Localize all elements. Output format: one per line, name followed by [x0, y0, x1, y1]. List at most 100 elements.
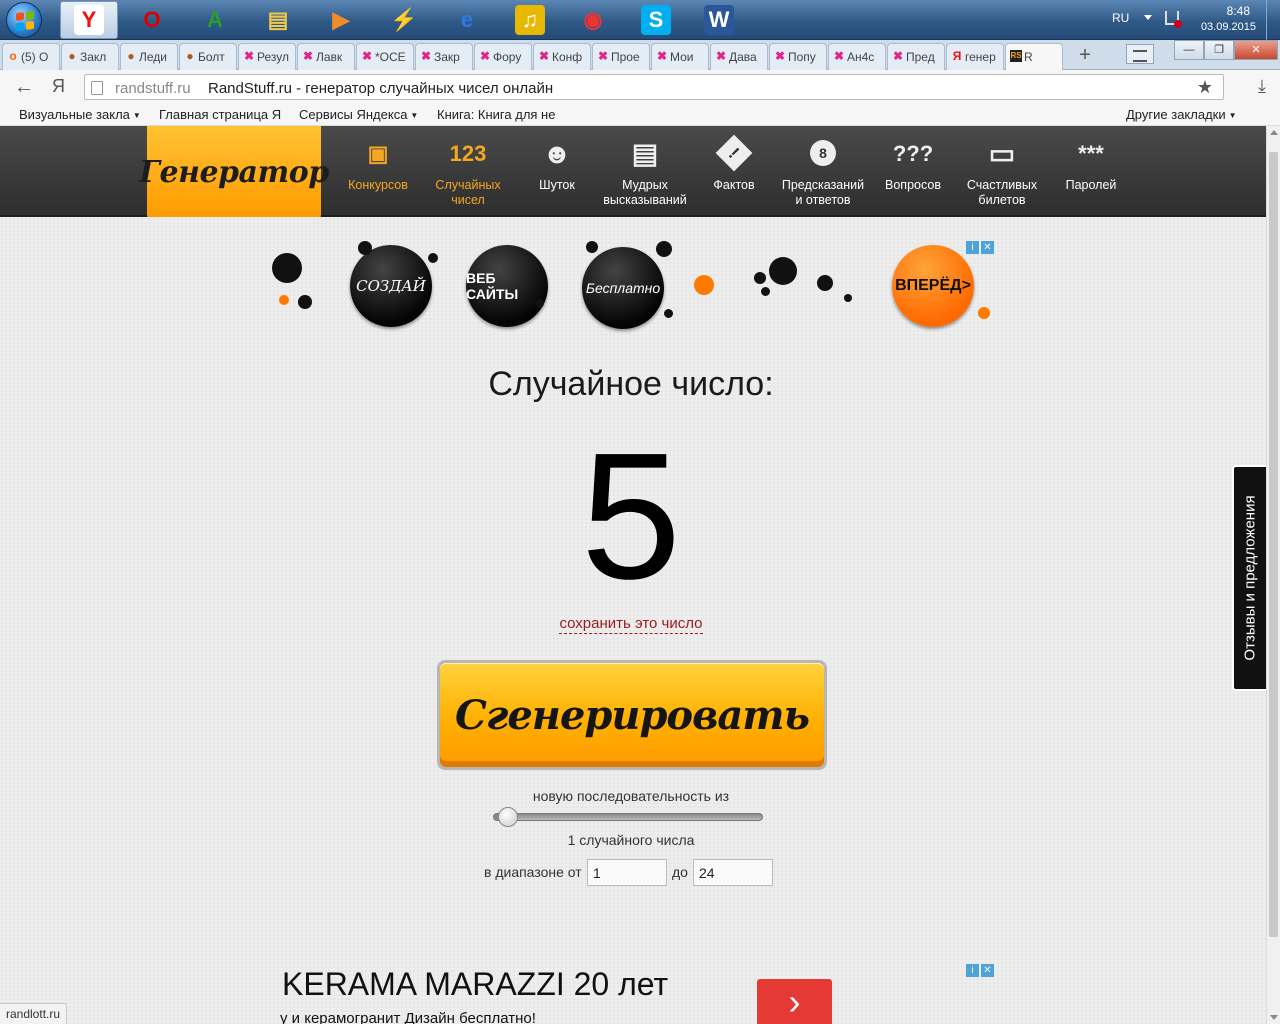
browser-tab[interactable]: Ягенер — [946, 43, 1004, 70]
browser-tab[interactable]: ● Леди — [120, 43, 178, 70]
save-number-link[interactable]: сохранить это число — [559, 615, 703, 634]
bookmarks-bar: Визуальные закла ▼ Главная страница Я Сер… — [0, 104, 1280, 126]
browser-tab[interactable]: ● Закл — [61, 43, 119, 70]
clock-time[interactable]: 8:48 — [1227, 4, 1250, 18]
tab-label: Ан4с — [847, 50, 875, 64]
taskbar-app-word[interactable]: W — [690, 1, 748, 39]
tray-expand-icon[interactable] — [1144, 15, 1152, 20]
gift-icon: ▣ — [367, 140, 389, 166]
browser-tab[interactable]: ✖ Фору — [474, 43, 532, 70]
browser-tab[interactable]: ✖ Конф — [533, 43, 591, 70]
tab-label: R — [1024, 50, 1033, 64]
downloads-icon[interactable]: ⤓ — [1258, 76, 1266, 97]
yandex-home-icon[interactable]: Я — [52, 76, 65, 97]
site-logo[interactable]: Генератор — [139, 126, 329, 218]
range-from-input[interactable] — [587, 859, 667, 886]
browser-tab[interactable]: ✖ Ан4с — [828, 43, 886, 70]
nav-item-label: Мудрых высказываний — [603, 178, 687, 207]
browser-tab[interactable]: о (5) О — [2, 43, 60, 70]
minimize-button[interactable]: — — [1174, 40, 1204, 60]
browser-tab[interactable]: ✖ Пред — [887, 43, 945, 70]
page-scrollbar[interactable] — [1266, 126, 1280, 1024]
browser-tab[interactable]: ✖ Закр — [415, 43, 473, 70]
bookmark-yandex-services[interactable]: Сервисы Яндекса ▼ — [299, 107, 418, 122]
browser-tab[interactable]: ✖ Попу — [769, 43, 827, 70]
language-indicator[interactable]: RU — [1112, 11, 1129, 25]
nav-item-label: Шуток — [539, 178, 575, 192]
taskbar-app-internet-explorer[interactable]: e — [438, 1, 496, 39]
new-tab-button[interactable]: + — [1074, 45, 1096, 67]
slider-handle[interactable] — [498, 807, 519, 827]
tab-label: генер — [965, 50, 996, 64]
save-number-link-wrap: сохранить это число — [0, 615, 1262, 634]
bookmark-book[interactable]: Книга: Книга для не — [437, 107, 555, 122]
browser-tab[interactable]: ● Болт — [179, 43, 237, 70]
url-field[interactable]: randstuff.ru RandStuff.ru - генератор сл… — [84, 74, 1224, 100]
taskbar-app-a-app[interactable]: A — [186, 1, 244, 39]
other-bookmarks[interactable]: Другие закладки ▼ — [1126, 107, 1237, 122]
numbers-icon: 123 — [449, 140, 487, 166]
taskbar-app-yandex-browser[interactable]: Y — [60, 1, 118, 39]
feedback-tab-label: Отзывы и предложения — [1241, 495, 1259, 661]
taskbar-app-winamp[interactable]: ⚡ — [375, 1, 433, 39]
taskbar-app-explorer[interactable]: ▤ — [249, 1, 307, 39]
count-slider[interactable] — [493, 807, 763, 827]
browser-tab[interactable]: ✖ Лавк — [297, 43, 355, 70]
tabs-menu-icon[interactable] — [1126, 44, 1154, 64]
ad-info-icon[interactable]: i — [966, 241, 979, 254]
browser-tab[interactable]: ✖ *ОСЕ — [356, 43, 414, 70]
close-window-button[interactable]: ✕ — [1234, 40, 1278, 60]
restore-button[interactable]: ❐ — [1204, 40, 1234, 60]
nav-item-magic-ball[interactable]: 8 Предсказаний и ответов — [778, 138, 868, 208]
nav-item-question[interactable]: ??? Вопросов — [868, 138, 958, 193]
ad-go-button[interactable]: › — [757, 979, 832, 1024]
scroll-up-icon[interactable] — [1270, 130, 1278, 135]
network-icon[interactable] — [1165, 11, 1182, 28]
nav-item-label: Фактов — [713, 178, 755, 192]
nav-item-warning[interactable]: ! Фактов — [689, 134, 779, 193]
browser-tab[interactable]: RS R — [1005, 43, 1063, 71]
generate-button[interactable]: Сгенерировать — [437, 660, 827, 770]
taskbar-app-skype[interactable]: S — [627, 1, 685, 39]
nav-item-numbers[interactable]: 123 Случайных чисел — [423, 138, 513, 208]
ad-title[interactable]: KERAMA MARAZZI 20 лет — [282, 966, 668, 1003]
scroll-thumb[interactable] — [1269, 152, 1278, 937]
nav-item-gift[interactable]: ▣ Конкурсов — [333, 138, 423, 193]
nav-item-scroll[interactable]: ▤ Мудрых высказываний — [600, 138, 690, 208]
taskbar-app-music[interactable]: ♫ — [501, 1, 559, 39]
password-icon: *** — [1078, 140, 1104, 166]
bookmark-visual[interactable]: Визуальные закла ▼ — [19, 107, 141, 122]
ad-close-icon[interactable]: ✕ — [981, 241, 994, 254]
nav-item-ticket[interactable]: ▭ Счастливых билетов — [957, 138, 1047, 208]
tab-favicon-icon: ✖ — [479, 49, 491, 63]
browser-tab[interactable]: ✖ Резул — [238, 43, 296, 70]
ad-info-icon[interactable]: i — [966, 964, 979, 977]
nav-item-smile[interactable]: ☻ Шуток — [512, 138, 602, 193]
browser-tab[interactable]: ✖ Дава — [710, 43, 768, 70]
ad-banner-top[interactable]: СОЗДАЙ ВЕБ САЙТЫ Бесплатно ВПЕРЁД> i ✕ — [264, 239, 1000, 331]
browser-tab[interactable]: ✖ Мои — [651, 43, 709, 70]
start-button[interactable] — [6, 2, 42, 38]
taskbar-app-opera[interactable]: O — [123, 1, 181, 39]
range-to-input[interactable] — [693, 859, 773, 886]
nav-item-password[interactable]: *** Паролей — [1046, 138, 1136, 193]
ad-close-icon[interactable]: ✕ — [981, 964, 994, 977]
taskbar-app-chrome[interactable]: ◉ — [564, 1, 622, 39]
scroll-down-icon[interactable] — [1270, 1015, 1278, 1020]
feedback-tab[interactable]: Отзывы и предложения — [1232, 465, 1266, 691]
show-desktop-button[interactable] — [1266, 0, 1280, 40]
window-controls: — ❐ ✕ — [1174, 40, 1278, 60]
tab-favicon-icon: ✖ — [656, 49, 668, 63]
bookmark-star-icon[interactable]: ★ — [1197, 77, 1213, 98]
ad-dot — [978, 307, 990, 319]
bookmark-yandex-home[interactable]: Главная страница Я — [159, 107, 281, 122]
result-label: Случайное число: — [488, 365, 774, 403]
range-to-label: до — [672, 864, 688, 880]
ad-cta-forward[interactable]: ВПЕРЁД> — [892, 245, 974, 327]
clock-date[interactable]: 03.09.2015 — [1201, 21, 1256, 33]
ad-banner-bottom[interactable]: KERAMA MARAZZI 20 лет у и керамогранит Д… — [280, 962, 1000, 1024]
browser-tab[interactable]: ✖ Прое — [592, 43, 650, 70]
tab-favicon-icon: ✖ — [597, 49, 609, 63]
taskbar-app-media-player[interactable]: ▶ — [312, 1, 370, 39]
back-arrow-icon[interactable]: ← — [14, 76, 34, 99]
